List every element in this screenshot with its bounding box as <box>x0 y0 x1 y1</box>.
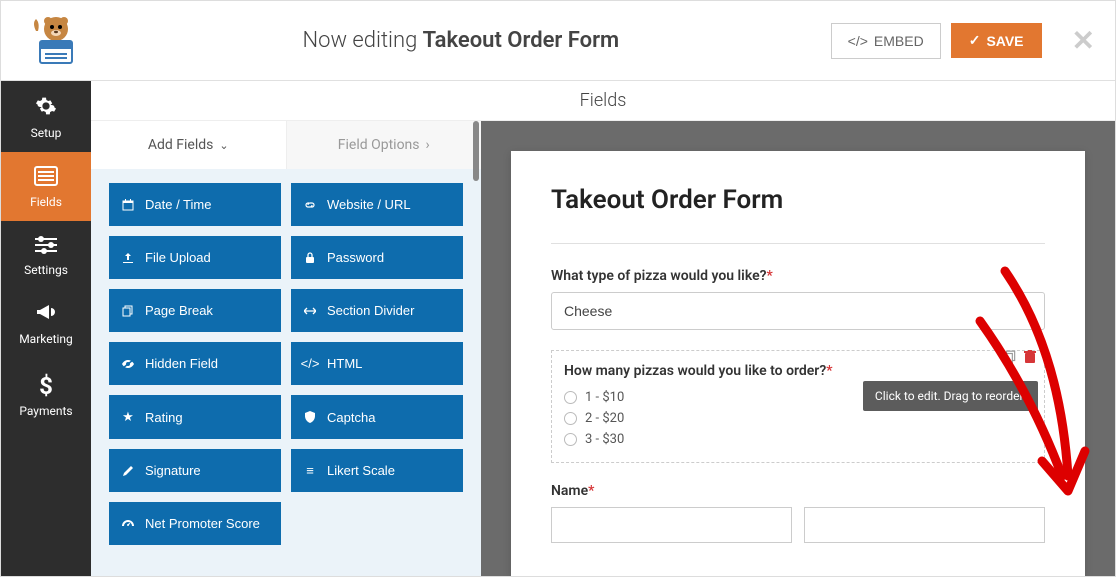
lock-icon <box>303 252 317 264</box>
chevron-right-icon: › <box>426 137 430 153</box>
field-password[interactable]: Password <box>291 236 463 279</box>
delete-icon[interactable] <box>1022 349 1038 365</box>
main-header: Fields <box>91 81 1115 121</box>
field-rating[interactable]: ★Rating <box>109 395 281 439</box>
form-preview: Takeout Order Form What type of pizza wo… <box>511 151 1085 576</box>
chevron-down-icon: ⌄ <box>219 139 228 152</box>
header: Now editing Takeout Order Form </> EMBED… <box>1 1 1115 81</box>
code-icon: </> <box>848 33 868 49</box>
tab-field-options[interactable]: Field Options › <box>286 121 482 169</box>
field-file-upload[interactable]: File Upload <box>109 236 281 279</box>
preview-area: Takeout Order Form What type of pizza wo… <box>481 121 1115 576</box>
field-pizza-type[interactable]: What type of pizza would you like?* Chee… <box>551 268 1045 330</box>
pizza-qty-label: How many pizzas would you like to order?… <box>564 363 1032 379</box>
field-tooltip: Click to edit. Drag to reorder. <box>863 381 1038 411</box>
field-toolbar <box>1002 349 1038 365</box>
radio-icon <box>564 391 577 404</box>
star-icon: ★ <box>121 409 135 425</box>
last-name-input[interactable] <box>804 507 1045 543</box>
first-name-input[interactable] <box>551 507 792 543</box>
form-title: Takeout Order Form <box>551 185 1045 215</box>
upload-icon <box>121 252 135 264</box>
eye-slash-icon <box>121 359 135 369</box>
qty-option-3[interactable]: 3 - $30 <box>564 429 1032 450</box>
bars-icon: ≡ <box>303 463 317 478</box>
link-icon <box>303 199 317 211</box>
name-label: Name* <box>551 483 1045 499</box>
header-actions: </> EMBED ✓ SAVE ✕ <box>831 23 1095 59</box>
arrows-icon <box>303 305 317 317</box>
sidebar: Setup Fields Settings Marketing $ Paymen… <box>1 81 91 576</box>
radio-icon <box>564 433 577 446</box>
sidebar-item-settings[interactable]: Settings <box>1 221 91 289</box>
divider <box>551 243 1045 244</box>
shield-icon <box>303 411 317 423</box>
pizza-type-select[interactable]: Cheese <box>551 292 1045 330</box>
fields-list: Date / Time Website / URL File Upload Pa… <box>91 169 481 576</box>
pizza-type-label: What type of pizza would you like?* <box>551 268 1045 284</box>
field-html[interactable]: </>HTML <box>291 342 463 385</box>
sidebar-item-marketing[interactable]: Marketing <box>1 289 91 358</box>
bullhorn-icon <box>1 303 91 328</box>
embed-button[interactable]: </> EMBED <box>831 23 941 59</box>
sidebar-item-payments[interactable]: $ Payments <box>1 358 91 430</box>
code-icon: </> <box>303 356 317 371</box>
dollar-icon: $ <box>1 372 91 400</box>
radio-icon <box>564 412 577 425</box>
field-website-url[interactable]: Website / URL <box>291 183 463 226</box>
sliders-icon <box>1 235 91 259</box>
fields-panel: Add Fields ⌄ Field Options › Date / Time… <box>91 121 481 576</box>
sidebar-item-setup[interactable]: Setup <box>1 81 91 152</box>
list-icon <box>1 166 91 191</box>
field-signature[interactable]: Signature <box>109 449 281 492</box>
field-name[interactable]: Name* <box>551 483 1045 543</box>
required-indicator: * <box>588 483 594 499</box>
page-title: Now editing Takeout Order Form <box>91 28 831 53</box>
required-indicator: * <box>826 363 832 379</box>
field-section-divider[interactable]: Section Divider <box>291 289 463 332</box>
logo[interactable] <box>21 11 91 71</box>
sidebar-item-fields[interactable]: Fields <box>1 152 91 221</box>
copy-icon <box>121 305 135 317</box>
check-icon: ✓ <box>969 32 981 49</box>
required-indicator: * <box>767 268 773 284</box>
field-hidden-field[interactable]: Hidden Field <box>109 342 281 385</box>
save-button[interactable]: ✓ SAVE <box>951 23 1042 58</box>
field-date-time[interactable]: Date / Time <box>109 183 281 226</box>
gear-icon <box>1 95 91 122</box>
close-icon[interactable]: ✕ <box>1072 24 1095 57</box>
field-page-break[interactable]: Page Break <box>109 289 281 332</box>
panel-tabs: Add Fields ⌄ Field Options › <box>91 121 481 169</box>
pencil-icon <box>121 465 135 477</box>
tab-add-fields[interactable]: Add Fields ⌄ <box>91 121 286 169</box>
qty-option-2[interactable]: 2 - $20 <box>564 408 1032 429</box>
tachometer-icon <box>121 519 135 529</box>
panel-scrollbar[interactable] <box>473 121 479 576</box>
duplicate-icon[interactable] <box>1002 349 1018 365</box>
field-pizza-qty[interactable]: How many pizzas would you like to order?… <box>551 350 1045 463</box>
field-net-promoter[interactable]: Net Promoter Score <box>109 502 281 545</box>
calendar-icon <box>121 199 135 211</box>
field-likert-scale[interactable]: ≡Likert Scale <box>291 449 463 492</box>
field-captcha[interactable]: Captcha <box>291 395 463 439</box>
main-body: Add Fields ⌄ Field Options › Date / Time… <box>91 121 1115 576</box>
scrollbar-thumb[interactable] <box>473 121 479 181</box>
main-area: Fields Add Fields ⌄ Field Options › Date… <box>91 81 1115 576</box>
